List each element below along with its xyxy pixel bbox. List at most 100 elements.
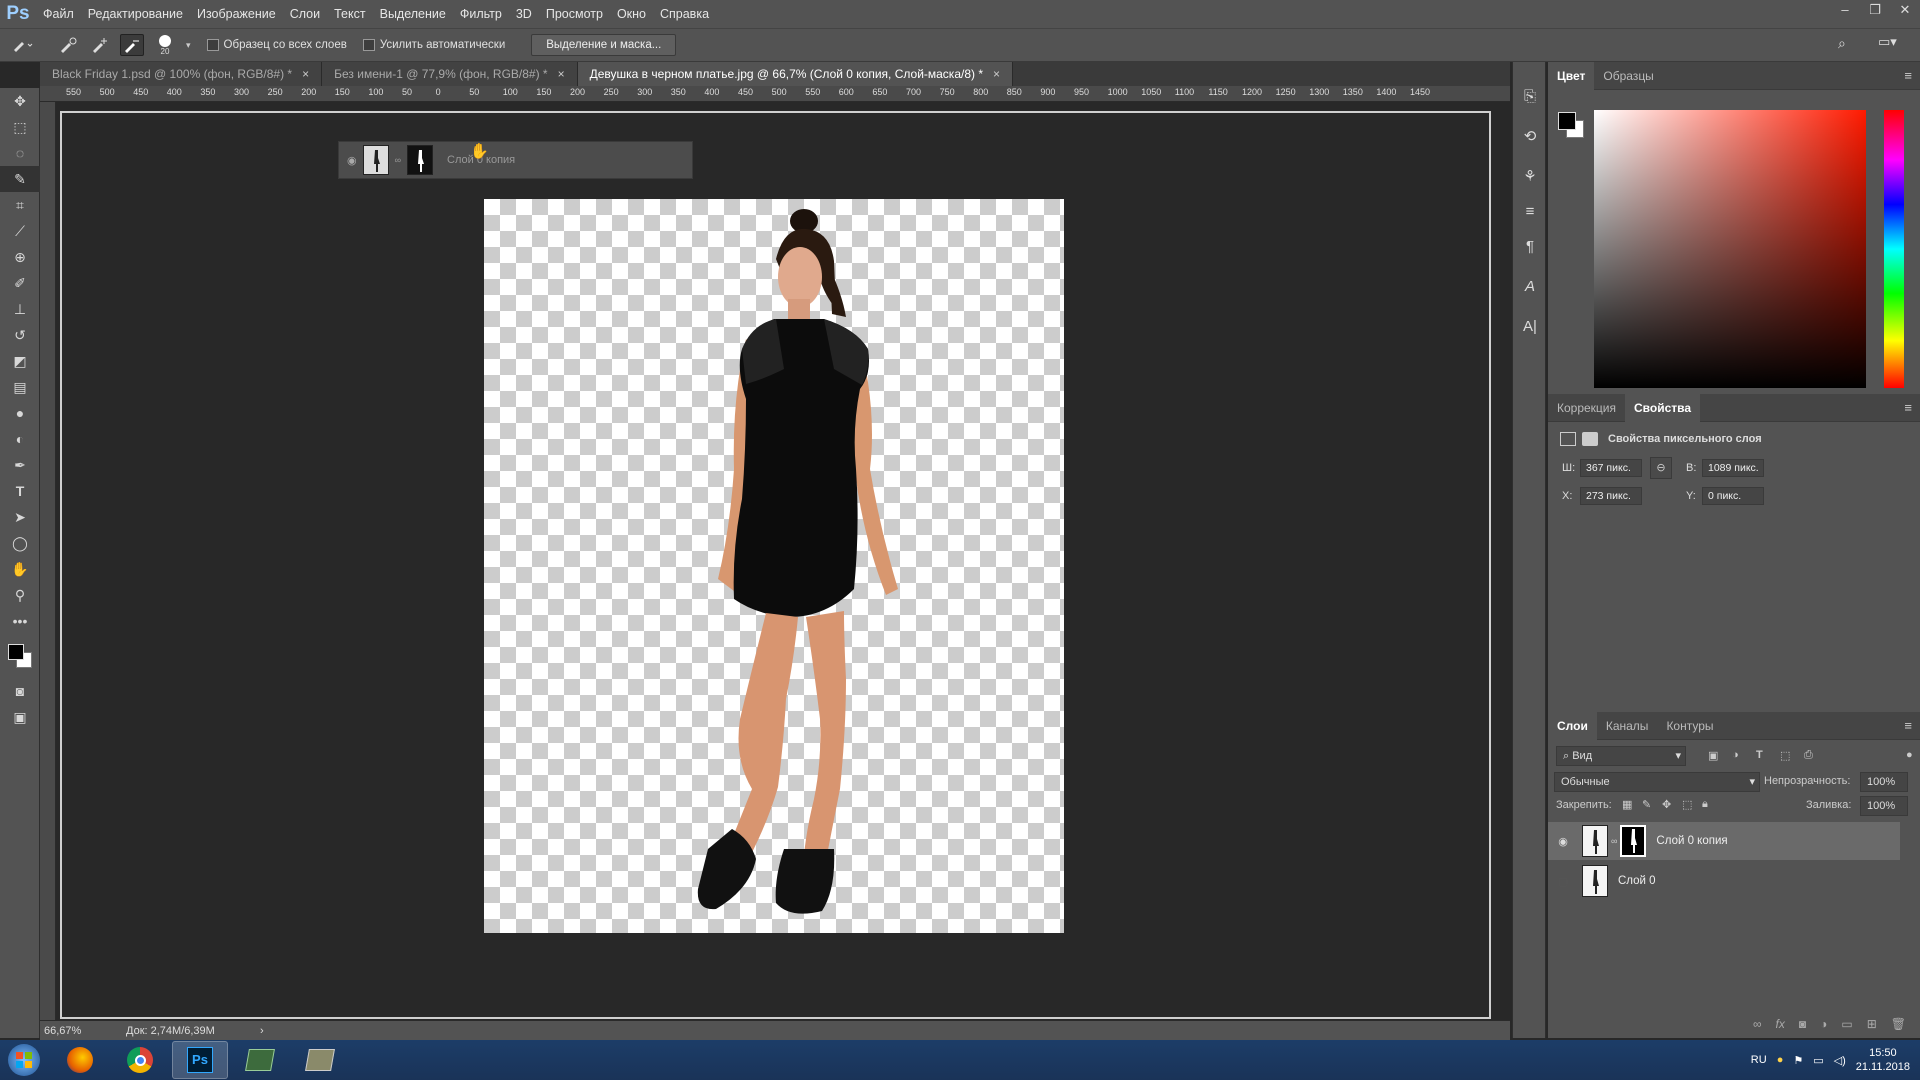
- zoom-tool-icon[interactable]: ⚲: [0, 582, 40, 608]
- subtract-from-selection-icon[interactable]: [120, 34, 144, 56]
- sample-all-layers-checkbox[interactable]: Образец со всех слоев: [206, 39, 347, 51]
- new-group-icon[interactable]: ▭: [1841, 1017, 1852, 1031]
- color-swatches[interactable]: [0, 634, 40, 678]
- menu-select[interactable]: Выделение: [373, 0, 453, 28]
- gradient-tool-icon[interactable]: ▤: [0, 374, 40, 400]
- healing-brush-tool-icon[interactable]: ⊕: [0, 244, 40, 270]
- crop-tool-icon[interactable]: ⌗: [0, 192, 40, 218]
- lasso-tool-icon[interactable]: ◌: [0, 140, 40, 166]
- layer-name[interactable]: Слой 0: [1618, 875, 1656, 887]
- eraser-tool-icon[interactable]: ◩: [0, 348, 40, 374]
- delete-layer-icon[interactable]: 🗑︎: [1891, 1017, 1906, 1031]
- close-button[interactable]: ✕: [1890, 0, 1920, 20]
- move-tool-icon[interactable]: ✥: [0, 88, 40, 114]
- tab-black-friday[interactable]: Black Friday 1.psd @ 100% (фон, RGB/8#) …: [40, 62, 323, 86]
- action-center-flag-icon[interactable]: ⚑: [1793, 1054, 1803, 1067]
- tab-color[interactable]: Цвет: [1548, 61, 1595, 90]
- new-selection-icon[interactable]: [56, 34, 80, 56]
- type-tool-icon[interactable]: T: [0, 478, 40, 504]
- panel-menu-icon[interactable]: ≡: [1904, 718, 1912, 733]
- workspace-icon[interactable]: ▭▾: [1878, 34, 1897, 50]
- language-indicator[interactable]: RU: [1751, 1054, 1767, 1066]
- volume-icon[interactable]: ◁): [1834, 1054, 1846, 1067]
- document-canvas[interactable]: [484, 199, 1064, 933]
- adjustments-panel-icon[interactable]: ≡: [1513, 196, 1547, 226]
- tool-preset-picker[interactable]: [10, 34, 34, 56]
- actions-panel-icon[interactable]: ⟲: [1513, 116, 1547, 156]
- tab-swatches[interactable]: Образцы: [1594, 62, 1662, 90]
- screen-mode-icon[interactable]: ▣: [0, 704, 40, 730]
- add-mask-icon[interactable]: ◙: [1799, 1017, 1806, 1031]
- panel-menu-icon[interactable]: ≡: [1904, 400, 1912, 415]
- select-and-mask-button[interactable]: Выделение и маска...: [531, 34, 677, 56]
- history-brush-tool-icon[interactable]: ↺: [0, 322, 40, 348]
- tab-properties[interactable]: Свойства: [1625, 393, 1701, 422]
- layer-filter-dropdown[interactable]: ⌕ Вид ▾: [1556, 746, 1686, 766]
- tab-untitled-1[interactable]: Без имени-1 @ 77,9% (фон, RGB/8#) * ×: [322, 62, 578, 86]
- filter-adjustment-icon[interactable]: ◑: [1732, 749, 1739, 761]
- width-field[interactable]: 367 пикс.: [1580, 459, 1642, 477]
- filter-pixel-icon[interactable]: ▣: [1708, 749, 1718, 762]
- fx-icon[interactable]: fx: [1776, 1017, 1785, 1031]
- menu-help[interactable]: Справка: [653, 0, 716, 28]
- fill-field[interactable]: 100%: [1860, 796, 1908, 816]
- taskbar-chrome[interactable]: [112, 1041, 168, 1079]
- glyphs-panel-icon[interactable]: A|: [1513, 306, 1547, 346]
- tab-layers[interactable]: Слои: [1548, 711, 1597, 740]
- menu-type[interactable]: Текст: [327, 0, 372, 28]
- filter-smart-object-icon[interactable]: ⎙: [1804, 749, 1813, 762]
- dodge-tool-icon[interactable]: ◐: [0, 426, 40, 452]
- status-menu-arrow[interactable]: ›: [260, 1025, 264, 1037]
- blend-mode-dropdown[interactable]: Обычные ▾: [1554, 772, 1760, 792]
- menu-filter[interactable]: Фильтр: [453, 0, 509, 28]
- tab-close-icon[interactable]: ×: [558, 67, 565, 81]
- marquee-tool-icon[interactable]: ⬚: [0, 114, 40, 140]
- tab-adjustments[interactable]: Коррекция: [1548, 394, 1625, 422]
- filter-shape-icon[interactable]: ⬚: [1780, 749, 1790, 762]
- paragraph-panel-icon[interactable]: ¶: [1513, 226, 1547, 266]
- opacity-field[interactable]: 100%: [1860, 772, 1908, 792]
- tab-girl-black-dress[interactable]: Девушка в черном платье.jpg @ 66,7% (Сло…: [577, 62, 1014, 86]
- brushes-panel-icon[interactable]: ⚘: [1513, 156, 1547, 196]
- menu-3d[interactable]: 3D: [509, 0, 539, 28]
- menu-window[interactable]: Окно: [610, 0, 653, 28]
- mask-thumbnail[interactable]: [1620, 825, 1647, 857]
- brush-size-picker[interactable]: 20: [152, 34, 178, 56]
- y-field[interactable]: 0 пикс.: [1702, 487, 1764, 505]
- tab-channels[interactable]: Каналы: [1597, 712, 1658, 740]
- visibility-toggle[interactable]: ▢: [1552, 875, 1574, 888]
- ellipse-tool-icon[interactable]: ◯: [0, 530, 40, 556]
- path-selection-tool-icon[interactable]: ➤: [0, 504, 40, 530]
- lock-pixels-icon[interactable]: ✎: [1642, 798, 1651, 811]
- filter-toggle-icon[interactable]: ●: [1906, 749, 1913, 761]
- tray-app-icon[interactable]: ●: [1777, 1054, 1784, 1066]
- mask-icon[interactable]: [1582, 432, 1598, 446]
- lock-position-icon[interactable]: ✥: [1662, 798, 1671, 811]
- color-picker-field[interactable]: [1594, 110, 1866, 388]
- tab-close-icon[interactable]: ×: [302, 67, 309, 81]
- link-dimensions-icon[interactable]: ⊖: [1650, 457, 1672, 479]
- quick-mask-icon[interactable]: ◙: [0, 678, 40, 704]
- search-icon[interactable]: ⌕: [1838, 35, 1846, 52]
- blur-tool-icon[interactable]: ●: [0, 400, 40, 426]
- hand-tool-icon[interactable]: ✋: [0, 556, 40, 582]
- character-panel-icon[interactable]: A: [1513, 266, 1547, 306]
- adjustment-layer-icon[interactable]: ◑: [1820, 1017, 1827, 1031]
- taskbar-photoshop[interactable]: Ps: [172, 1041, 228, 1079]
- x-field[interactable]: 273 пикс.: [1580, 487, 1642, 505]
- hue-slider[interactable]: [1884, 110, 1904, 388]
- panel-menu-icon[interactable]: ≡: [1904, 68, 1912, 83]
- restore-button[interactable]: ❐: [1860, 0, 1890, 20]
- new-layer-icon[interactable]: ⊞: [1867, 1017, 1877, 1031]
- more-tools-icon[interactable]: •••: [0, 608, 40, 634]
- layer-row-sloy-0[interactable]: ▢ Слой 0: [1548, 862, 1900, 900]
- taskbar-app-green[interactable]: [232, 1041, 288, 1079]
- quick-selection-tool-icon[interactable]: ✎: [0, 166, 40, 192]
- tab-paths[interactable]: Контуры: [1657, 712, 1722, 740]
- eyedropper-tool-icon[interactable]: ⟋: [0, 218, 40, 244]
- start-button[interactable]: [0, 1040, 48, 1080]
- lock-artboard-icon[interactable]: ⬚: [1682, 798, 1692, 811]
- chevron-down-icon[interactable]: ▾: [186, 40, 191, 51]
- auto-enhance-checkbox[interactable]: Усилить автоматически: [362, 39, 505, 51]
- menu-edit[interactable]: Редактирование: [81, 0, 190, 28]
